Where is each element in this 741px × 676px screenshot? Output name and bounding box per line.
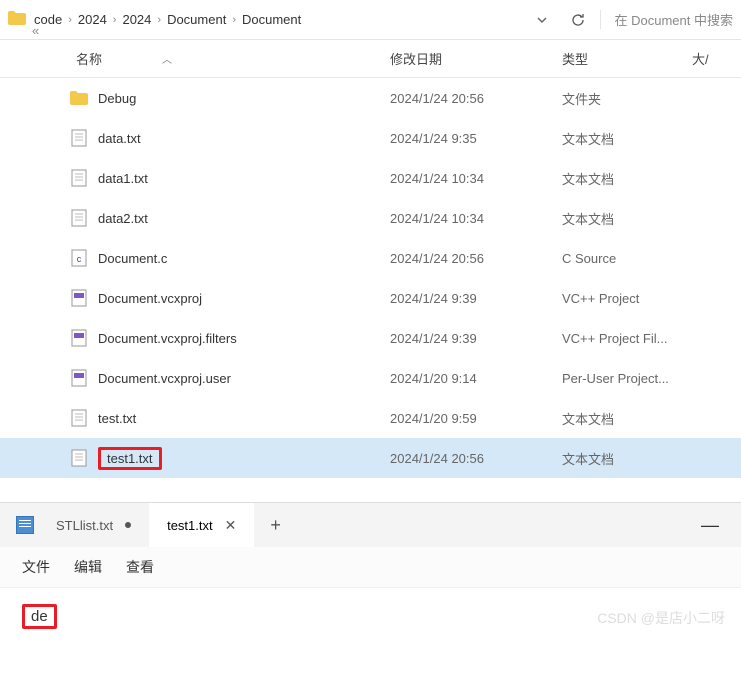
add-tab-button[interactable]: + <box>254 515 297 536</box>
file-row[interactable]: Debug 2024/1/24 20:56文件夹 <box>0 78 741 118</box>
notepad-icon <box>16 516 34 534</box>
file-date: 2024/1/24 20:56 <box>390 251 562 266</box>
file-date: 2024/1/20 9:14 <box>390 371 562 386</box>
breadcrumb-item[interactable]: 2024 <box>122 12 151 27</box>
editor-tab[interactable]: test1.txt ✕ <box>149 503 254 547</box>
file-type: 文本文档 <box>562 409 692 428</box>
sort-indicator-icon: ︿ <box>162 51 172 66</box>
file-type: 文本文档 <box>562 209 692 228</box>
file-date: 2024/1/24 20:56 <box>390 91 562 106</box>
modified-dot-icon <box>125 522 131 528</box>
minimize-button[interactable]: — <box>679 515 741 536</box>
chevron-right-icon: › <box>113 14 117 26</box>
file-row[interactable]: test1.txt 2024/1/24 20:56文本文档 <box>0 438 741 478</box>
text-icon <box>70 129 88 147</box>
chevron-down-icon[interactable] <box>528 6 556 34</box>
file-date: 2024/1/20 9:59 <box>390 411 562 426</box>
vcxu-icon <box>70 369 88 387</box>
search-input[interactable]: 在 Document 中搜索 <box>600 10 733 29</box>
file-type: C Source <box>562 251 692 266</box>
editor-tab[interactable]: STLlist.txt <box>38 503 149 547</box>
svg-text:c: c <box>77 254 82 264</box>
breadcrumb: code›2024›2024›Document›Document <box>34 12 520 27</box>
text-icon <box>70 409 88 427</box>
editor-content[interactable]: de CSDN @是店小二呀 <box>0 588 741 638</box>
file-list: Debug2024/1/24 20:56文件夹data.txt2024/1/24… <box>0 78 741 478</box>
file-type: 文本文档 <box>562 449 692 468</box>
breadcrumb-item[interactable]: Document <box>167 12 226 27</box>
file-name: test.txt <box>98 411 136 426</box>
editor-menu-item[interactable]: 查看 <box>126 557 154 577</box>
text-icon <box>70 449 88 467</box>
file-row[interactable]: test.txt 2024/1/20 9:59文本文档 <box>0 398 741 438</box>
file-date: 2024/1/24 9:39 <box>390 291 562 306</box>
tab-label: STLlist.txt <box>56 518 113 533</box>
file-name: Document.vcxproj.user <box>98 371 231 386</box>
chevron-right-icon: › <box>68 14 72 26</box>
chevron-right-icon: › <box>157 14 161 26</box>
column-size[interactable]: 大/ <box>692 49 741 68</box>
file-name: data.txt <box>98 131 141 146</box>
file-name: Document.vcxproj.filters <box>98 331 237 346</box>
file-type: 文本文档 <box>562 129 692 148</box>
tab-label: test1.txt <box>167 518 213 533</box>
editor-menu-item[interactable]: 编辑 <box>74 557 102 577</box>
folder-icon <box>70 89 88 107</box>
file-row[interactable]: data1.txt 2024/1/24 10:34文本文档 <box>0 158 741 198</box>
columns-header: 名称 ︿ 修改日期 类型 大/ <box>0 40 741 78</box>
editor-window: STLlist.txt test1.txt ✕ + — 文件 编辑 查看 de CSDN @… <box>0 502 741 638</box>
file-type: VC++ Project Fil... <box>562 331 692 346</box>
file-row[interactable]: data.txt 2024/1/24 9:35文本文档 <box>0 118 741 158</box>
file-type: Per-User Project... <box>562 371 692 386</box>
address-toolbar: « code›2024›2024›Document›Document 在 Doc… <box>0 0 741 40</box>
file-date: 2024/1/24 9:39 <box>390 331 562 346</box>
editor-menu-item[interactable]: 文件 <box>22 557 50 577</box>
file-date: 2024/1/24 20:56 <box>390 451 562 466</box>
file-name: Document.vcxproj <box>98 291 202 306</box>
editor-tabs: STLlist.txt test1.txt ✕ + — <box>0 503 741 547</box>
file-name: Debug <box>98 91 136 106</box>
column-name[interactable]: 名称 ︿ <box>0 49 390 68</box>
refresh-icon[interactable] <box>564 6 592 34</box>
editor-text: de <box>22 604 57 629</box>
file-date: 2024/1/24 10:34 <box>390 211 562 226</box>
file-row[interactable]: Document.vcxproj.filters 2024/1/24 9:39VC… <box>0 318 741 358</box>
file-date: 2024/1/24 10:34 <box>390 171 562 186</box>
search-placeholder: 在 Document 中搜索 <box>615 10 733 29</box>
column-date[interactable]: 修改日期 <box>390 49 562 68</box>
file-row[interactable]: c Document.c 2024/1/24 20:56C Source <box>0 238 741 278</box>
vcxf-icon <box>70 329 88 347</box>
text-icon <box>70 209 88 227</box>
file-name: Document.c <box>98 251 167 266</box>
file-row[interactable]: data2.txt 2024/1/24 10:34文本文档 <box>0 198 741 238</box>
file-name: data2.txt <box>98 211 148 226</box>
file-date: 2024/1/24 9:35 <box>390 131 562 146</box>
chevron-right-icon: › <box>232 14 236 26</box>
folder-icon <box>8 11 26 28</box>
breadcrumb-item[interactable]: 2024 <box>78 12 107 27</box>
breadcrumb-overflow[interactable]: « <box>32 23 39 38</box>
file-name: data1.txt <box>98 171 148 186</box>
watermark: CSDN @是店小二呀 <box>597 608 725 628</box>
file-type: 文件夹 <box>562 89 692 108</box>
text-icon <box>70 169 88 187</box>
c-icon: c <box>70 249 88 267</box>
close-icon[interactable]: ✕ <box>225 517 237 534</box>
breadcrumb-item[interactable]: Document <box>242 12 301 27</box>
file-type: VC++ Project <box>562 291 692 306</box>
file-name: test1.txt <box>98 447 162 470</box>
vcx-icon <box>70 289 88 307</box>
column-type[interactable]: 类型 <box>562 49 692 68</box>
file-row[interactable]: Document.vcxproj.user 2024/1/20 9:14Per-U… <box>0 358 741 398</box>
file-row[interactable]: Document.vcxproj 2024/1/24 9:39VC++ Proje… <box>0 278 741 318</box>
editor-menu: 文件 编辑 查看 <box>0 547 741 588</box>
file-type: 文本文档 <box>562 169 692 188</box>
